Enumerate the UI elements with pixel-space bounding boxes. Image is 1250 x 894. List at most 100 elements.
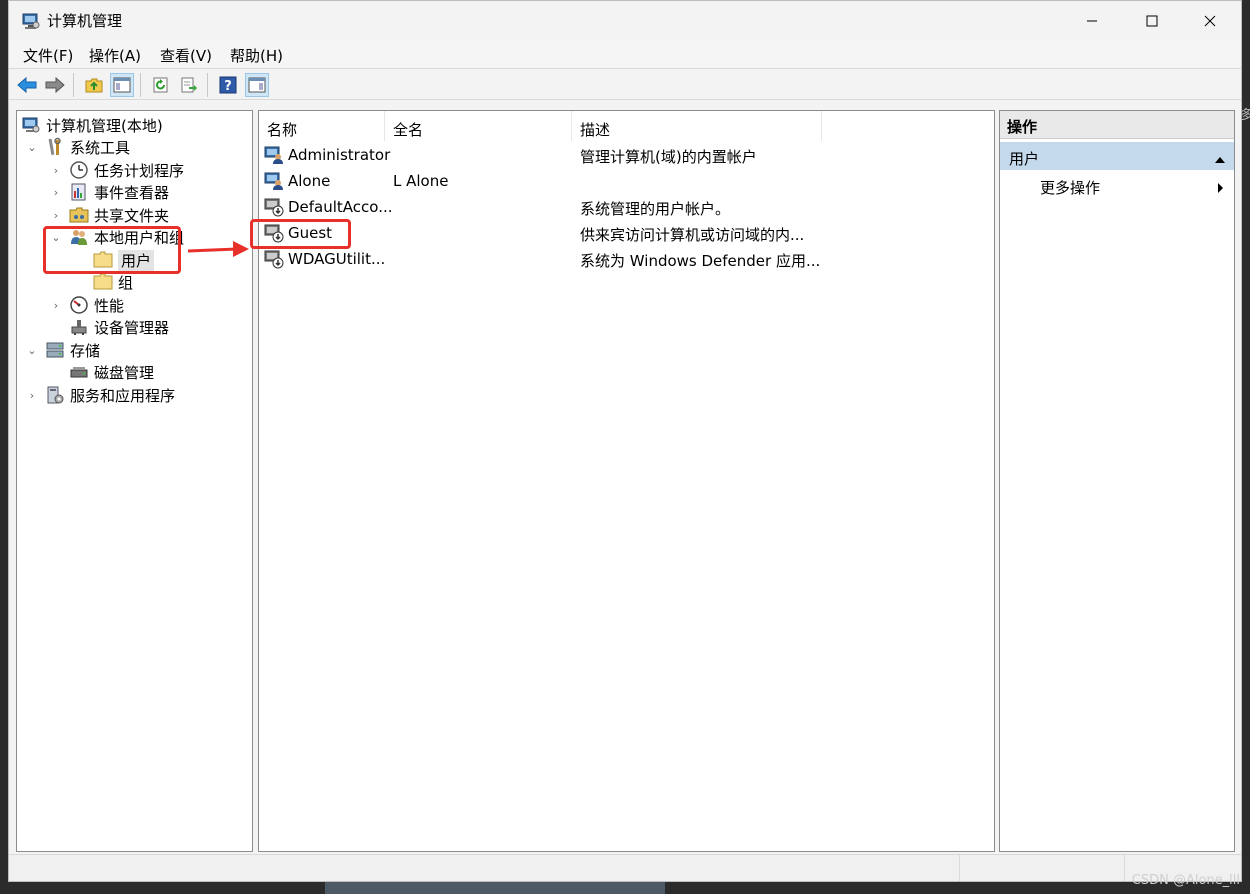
tree-item-label: 磁盘管理 [94,363,155,382]
refresh-icon [153,77,168,93]
up-level-button[interactable] [82,73,106,97]
tree-item-services-apps[interactable]: › 服务和应用程序 [25,384,175,406]
column-header-fullname[interactable]: 全名 [385,111,572,141]
user-name: Alone [288,172,331,190]
tree-item-event-viewer[interactable]: › 事件查看器 [49,181,169,203]
menu-view[interactable]: 查看(V) [160,45,212,66]
help-icon: ? [219,76,237,94]
maximize-button[interactable] [1123,1,1181,41]
more-actions-label: 更多操作 [1040,179,1101,197]
computer-management-icon [21,115,41,135]
table-row[interactable]: Guest 供来宾访问计算机或访问域的内... [259,220,994,246]
tree-item-shared-folders[interactable]: › 共享文件夹 [49,204,169,226]
table-row[interactable]: Alone L Alone [259,168,994,194]
tree-item-system-tools[interactable]: ⌄ 系统工具 [25,136,130,158]
tree-item-label: 计算机管理(本地) [46,116,163,135]
menu-action[interactable]: 操作(A) [89,45,141,66]
actions-pane: 操作 用户 更多操作 [999,110,1235,852]
event-log-icon [69,182,89,202]
refresh-button[interactable] [149,73,173,97]
watermark: CSDN @Alone_lll [1131,873,1240,888]
disabled-user-icon [264,249,284,273]
column-header-name[interactable]: 名称 [259,111,385,141]
disk-icon [69,362,89,382]
user-name: DefaultAcco... [288,198,393,216]
show-action-pane-icon [248,77,266,93]
tree-item-label: 设备管理器 [94,318,170,337]
annotation-highlight-guest [250,219,351,249]
show-hide-tree-button[interactable] [110,73,134,97]
chevron-down-icon[interactable]: ⌄ [25,343,39,357]
tools-icon [45,137,65,157]
tree-item-label: 存储 [70,341,101,360]
actions-header: 操作 [1000,111,1234,139]
close-button[interactable] [1181,1,1239,41]
user-description: 管理计算机(域)的内置帐户 [580,148,757,166]
forward-arrow-icon [45,77,65,93]
user-description: 供来宾访问计算机或访问域的内... [580,226,805,244]
background-window-text: 多 [1240,108,1250,120]
tree-item-disk-management[interactable]: 磁盘管理 [69,361,154,383]
more-actions-item[interactable]: 更多操作 [1000,173,1234,199]
device-manager-icon [69,317,89,337]
user-name: WDAGUtilit... [288,250,386,268]
admin-user-icon [264,145,284,169]
computer-management-icon [21,11,41,31]
maximize-icon [1146,15,1158,27]
desktop-background-strip [325,882,665,894]
chevron-down-icon[interactable]: ⌄ [25,140,39,154]
menu-bar: 文件(F) 操作(A) 查看(V) 帮助(H) [9,41,1241,68]
table-row[interactable]: WDAGUtilit... 系统为 Windows Defender 应用... [259,246,994,272]
tree-item-label: 共享文件夹 [94,206,170,225]
chevron-right-icon[interactable]: › [49,185,63,199]
close-icon [1204,15,1216,27]
tree-item-storage[interactable]: ⌄ 存储 [25,339,100,361]
actions-section-label: 用户 [1009,150,1040,168]
user-description: 系统为 Windows Defender 应用... [580,252,821,270]
disabled-user-icon [264,197,284,221]
folder-icon [93,272,113,292]
help-button[interactable]: ? [216,73,240,97]
storage-icon [45,340,65,360]
column-header-description[interactable]: 描述 [572,111,822,141]
tree-item-groups[interactable]: 组 [93,271,133,293]
chevron-right-icon[interactable]: › [49,163,63,177]
forward-button[interactable] [43,73,67,97]
user-icon [264,171,284,195]
menu-file[interactable]: 文件(F) [23,45,73,66]
up-folder-icon [85,78,103,93]
status-segment [959,855,1124,881]
chevron-right-icon[interactable]: › [49,298,63,312]
minimize-icon [1087,20,1097,22]
tree-item-performance[interactable]: › 性能 [49,294,124,316]
user-name: Administrator [288,146,391,164]
tree-item-root[interactable]: 计算机管理(本地) [21,114,163,136]
back-button[interactable] [15,73,39,97]
chevron-right-icon[interactable]: › [49,208,63,222]
tree-item-task-scheduler[interactable]: › 任务计划程序 [49,159,184,181]
table-row[interactable]: DefaultAcco... 系统管理的用户帐户。 [259,194,994,220]
user-description: 系统管理的用户帐户。 [580,200,731,218]
chevron-right-icon[interactable]: › [25,388,39,402]
back-arrow-icon [17,77,37,93]
tree-item-device-manager[interactable]: 设备管理器 [69,316,169,338]
user-fullname: L Alone [393,172,449,190]
table-row[interactable]: Administrator 管理计算机(域)的内置帐户 [259,142,994,168]
user-list-pane: 名称 全名 描述 Administrator 管理计算机(域)的内置帐户 Alo… [258,110,995,852]
collapse-up-icon[interactable] [1214,150,1226,168]
export-list-button[interactable] [177,73,201,97]
show-hide-action-pane-button[interactable] [245,73,269,97]
export-list-icon [181,77,197,93]
tree-item-label: 性能 [94,296,125,315]
annotation-arrow [187,241,249,257]
actions-section-users[interactable]: 用户 [1000,142,1234,170]
tree-item-label: 事件查看器 [94,183,170,202]
minimize-button[interactable] [1063,1,1121,41]
toolbar: ? [9,68,1241,100]
shared-folder-icon [69,205,89,225]
tree-item-label: 服务和应用程序 [70,386,176,405]
submenu-arrow-icon [1217,180,1224,198]
performance-gauge-icon [69,295,89,315]
tree-item-label: 组 [118,273,134,292]
menu-help[interactable]: 帮助(H) [230,45,283,66]
